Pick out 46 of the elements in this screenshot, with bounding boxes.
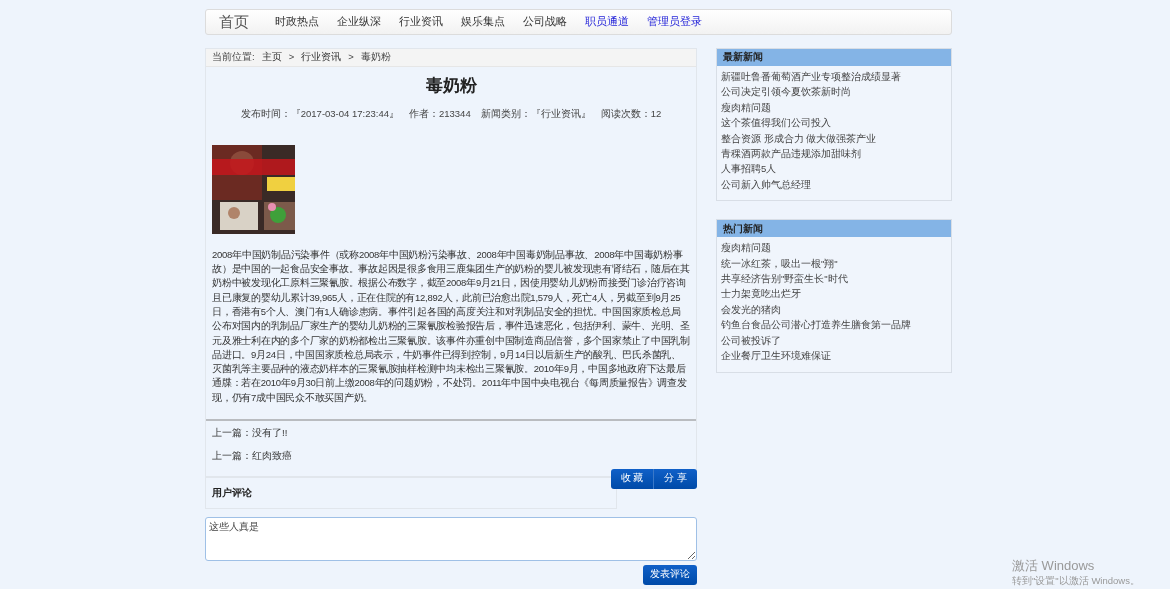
panel-title: 最新新闻 bbox=[723, 50, 763, 65]
news-link[interactable]: 公司决定引领今夏饮茶新时尚 bbox=[721, 84, 947, 100]
breadcrumb-separator: > bbox=[288, 50, 295, 65]
news-link[interactable]: 共享经济告别"野蛮生长"时代 bbox=[721, 271, 947, 287]
activation-hint: 转到"设置"以激活 Windows。 bbox=[1012, 574, 1140, 588]
breadcrumb-separator: > bbox=[348, 50, 354, 65]
article-body: 2008年中国奶制品污染事件（或称2008年中国奶粉污染事故、2008年中国毒奶制品事故、2008年中国毒奶粉事故）是中国的一起食品安全事故。事故起因是很多食用三鹿集团生产的奶粉的婴儿被发现患有肾结石，随后在其奶粉中被发现化工原料三聚氰胺。根据公布数字，截至2008年9月21日，因使用婴幼儿奶粉而接受门诊治疗咨询且已康复的婴幼儿累计39,965人，正在住院的有12,892人，此前已治愈出院1,579人，死亡4人，另截至到9月25日，香港有5个人、澳门有1人确诊患病。事件引起各国的高度关注和对乳制品安全的担忧。中国国家质检总局公布对国内的乳制品厂家生产的婴幼儿奶粉的三聚氰胺检验报告后，事件迅速恶化，包括伊利、蒙牛、光明、圣元及雅士利在内的多个厂家的奶粉都检出三聚氰胺。该事件亦重创中国制造商品信誉，多个国家禁止了中国乳制品进口。9月24日，中国国家质检总局表示，牛奶事件已得到控制，9月14日以后新生产的酸乳、巴氏杀菌乳、灭菌乳等主要品种的液态奶样本的三聚氰胺抽样检测中均未检出三聚氰胺。2010年9月，中国多地政府下达最后通牒：若在2010年9月30日前上缴2008年的问题奶粉，不处罚。2011年中国中央电视台《每周质量报告》调查发现，仍有7成中国民众不敢买国产奶。 bbox=[211, 247, 691, 405]
article-meta: 作者：213344 bbox=[408, 106, 471, 121]
article-meta: 新闻类别：『行业资讯』 bbox=[480, 106, 591, 121]
news-link[interactable]: 公司被投诉了 bbox=[721, 332, 947, 349]
breadcrumb-link[interactable]: 行业资讯 bbox=[301, 50, 342, 65]
nav-link[interactable]: 管理员登录 bbox=[647, 14, 702, 30]
news-link[interactable]: 人事招聘5人 bbox=[721, 161, 947, 177]
news-link[interactable]: 统一冰红茶，吸出一根"翔" bbox=[721, 255, 947, 272]
adjacent-article-link[interactable]: 上一篇：红肉致癌 bbox=[212, 449, 690, 464]
news-link[interactable]: 新疆吐鲁番葡萄酒产业专项整治成绩显著 bbox=[721, 69, 947, 85]
news-link[interactable]: 士力架竟吃出烂牙 bbox=[721, 286, 947, 302]
news-link[interactable]: 公司新入帅气总经理 bbox=[721, 176, 947, 193]
submit-comment-button[interactable]: 发表评论 bbox=[643, 564, 697, 585]
nav-link[interactable]: 娱乐集点 bbox=[461, 14, 505, 30]
breadcrumb-link[interactable]: 毒奶粉 bbox=[360, 50, 391, 65]
article-meta: 发布时间：『2017-03-04 17:23:44』 bbox=[240, 106, 399, 121]
nav-link[interactable]: 时政热点 bbox=[275, 14, 319, 30]
comment-input[interactable]: 这些人真是 bbox=[205, 516, 697, 561]
news-link[interactable]: 整合资源 形成合力 做大做强茶产业 bbox=[721, 130, 947, 147]
article-meta: 阅读次数：12 bbox=[600, 106, 662, 121]
news-link[interactable]: 这个茶值得我们公司投入 bbox=[721, 115, 947, 131]
adjacent-article-link[interactable]: 上一篇：没有了!! bbox=[212, 426, 690, 441]
action-button[interactable]: 分 享 bbox=[654, 468, 697, 489]
news-link[interactable]: 青稞酒两款产品违规添加甜味剂 bbox=[721, 146, 947, 162]
news-link[interactable]: 瘦肉精问题 bbox=[721, 99, 947, 116]
nav-link[interactable]: 职员通道 bbox=[585, 14, 629, 30]
activation-title: 激活 Windows bbox=[1012, 558, 1096, 574]
nav-link[interactable]: 行业资讯 bbox=[399, 14, 443, 30]
news-link[interactable]: 钓鱼台食品公司潜心打造养生膳食第一品牌 bbox=[721, 317, 947, 333]
nav-link[interactable]: 企业纵深 bbox=[337, 14, 381, 30]
article-title: 毒奶粉 bbox=[424, 75, 478, 97]
nav-link[interactable]: 公司战略 bbox=[523, 14, 567, 30]
news-link[interactable]: 企业餐厅卫生环境难保证 bbox=[721, 348, 947, 364]
news-link[interactable]: 瘦肉精问题 bbox=[721, 240, 947, 256]
panel-title: 热门新闻 bbox=[723, 221, 763, 236]
news-link[interactable]: 会发光的猪肉 bbox=[721, 301, 947, 318]
breadcrumb-label: 当前位置: bbox=[212, 50, 255, 65]
home-link[interactable]: 首页 bbox=[219, 10, 249, 34]
breadcrumb-link[interactable]: 主页 bbox=[261, 50, 282, 65]
comments-title: 用户评论 bbox=[212, 486, 252, 500]
